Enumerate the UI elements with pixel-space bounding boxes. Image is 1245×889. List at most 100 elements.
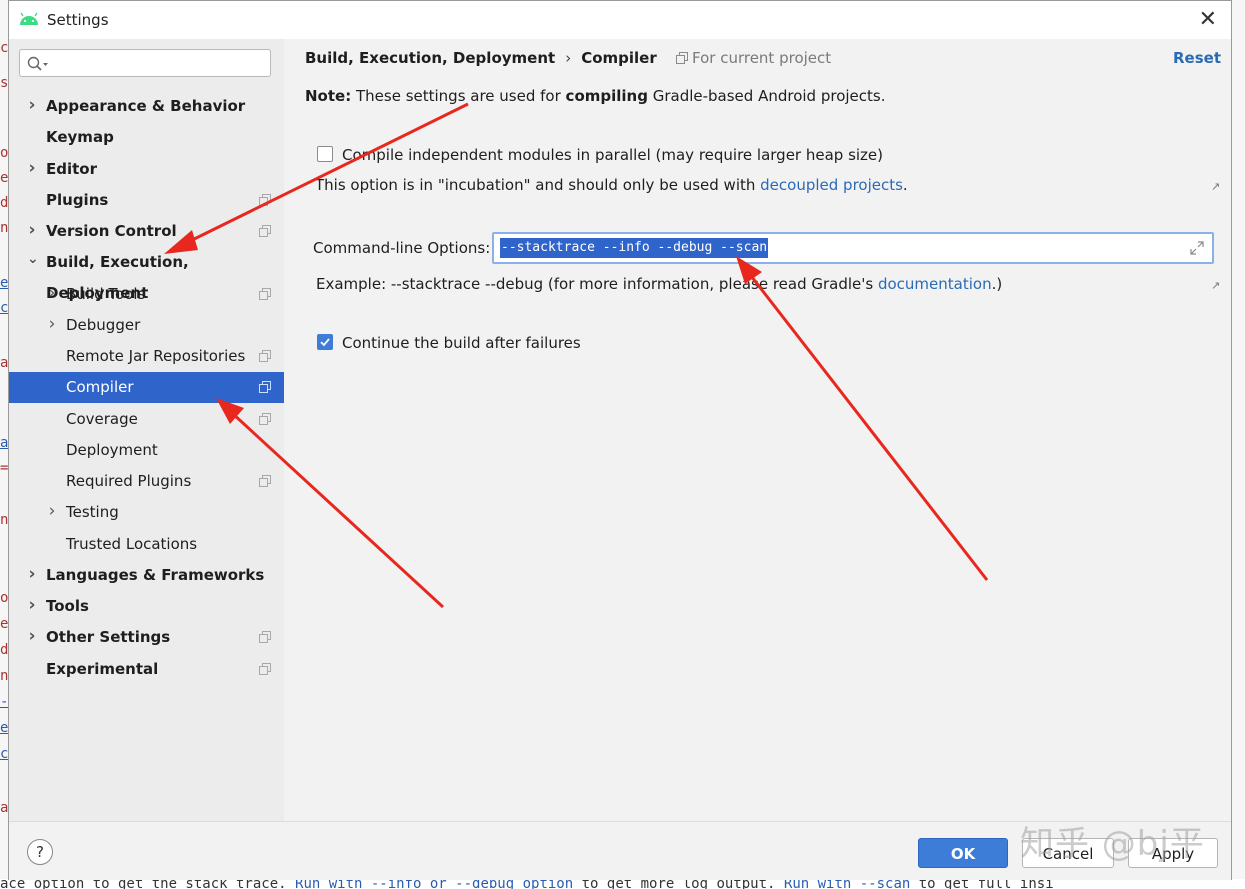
- chevron-right-icon[interactable]: ›: [27, 153, 37, 184]
- decoupled-projects-link[interactable]: decoupled projects: [760, 176, 903, 194]
- chevron-right-icon[interactable]: ›: [47, 278, 57, 309]
- sidebar-item-build-tools[interactable]: › Build Tools: [9, 279, 284, 310]
- close-icon[interactable]: ✕: [1199, 7, 1217, 32]
- sidebar-item-required-plugins[interactable]: Required Plugins: [9, 466, 284, 497]
- parallel-compile-label[interactable]: Compile independent modules in parallel …: [342, 146, 883, 164]
- sidebar-item-languages-frameworks[interactable]: › Languages & Frameworks: [9, 560, 284, 591]
- sidebar-item-label: Plugins: [46, 191, 109, 209]
- console-link[interactable]: Run with --scan: [784, 879, 910, 889]
- android-studio-icon: [20, 12, 38, 25]
- sidebar-item-compiler[interactable]: Compiler: [9, 372, 284, 403]
- note-text-before: These settings are used for: [355, 87, 566, 105]
- sidebar-item-label: Coverage: [66, 410, 138, 428]
- background-editor-right: [1231, 0, 1245, 889]
- breadcrumb-parent[interactable]: Build, Execution, Deployment: [305, 49, 555, 67]
- project-scope-icon: [259, 413, 271, 425]
- zhihu-watermark: 知乎 @bj平: [1020, 824, 1205, 864]
- project-scope-icon: [259, 225, 271, 237]
- project-scope-icon: [259, 663, 271, 675]
- reset-link[interactable]: Reset: [1173, 49, 1221, 67]
- project-scope-icon: [259, 631, 271, 643]
- sidebar-item-label: Keymap: [46, 128, 114, 146]
- project-scope-icon: [259, 475, 271, 487]
- chevron-right-icon[interactable]: ›: [47, 309, 57, 340]
- sidebar-item-deployment[interactable]: Deployment: [9, 435, 284, 466]
- project-scope-icon: [259, 350, 271, 362]
- window-title: Settings: [47, 11, 109, 29]
- settings-sidebar: › Appearance & Behavior Keymap › Editor Plugi…: [9, 39, 284, 821]
- compiler-settings-panel: Build, Execution, Deployment › Compiler Fo…: [284, 39, 1231, 821]
- sidebar-item-label: Appearance & Behavior: [46, 97, 246, 115]
- console-segment: to get more log output.: [573, 879, 784, 889]
- sidebar-item-label: Build Tools: [66, 285, 146, 303]
- sidebar-item-testing[interactable]: › Testing: [9, 497, 284, 528]
- sidebar-item-build-execution-deployment[interactable]: ⌄ Build, Execution, Deployment: [9, 244, 284, 302]
- chevron-down-icon[interactable]: ⌄: [27, 244, 39, 275]
- breadcrumb-current: Compiler: [581, 49, 657, 67]
- sidebar-item-debugger[interactable]: › Debugger: [9, 310, 284, 341]
- external-link-icon[interactable]: ↗: [1211, 180, 1220, 193]
- sidebar-item-appearance-behavior[interactable]: › Appearance & Behavior: [9, 91, 284, 122]
- project-scope-icon: [676, 52, 688, 64]
- sidebar-item-label: Compiler: [66, 378, 134, 396]
- checkmark-icon: [320, 338, 330, 347]
- breadcrumb: Build, Execution, Deployment › Compiler: [305, 49, 657, 67]
- external-link-icon[interactable]: ↗: [1211, 279, 1220, 292]
- example-text-before: Example: --stacktrace --debug (for more …: [316, 275, 878, 293]
- note-prefix: Note:: [305, 87, 352, 105]
- sidebar-item-label: Trusted Locations: [66, 535, 198, 553]
- chevron-right-icon[interactable]: ›: [47, 496, 57, 527]
- chevron-right-icon[interactable]: ›: [27, 215, 37, 246]
- sidebar-item-other-settings[interactable]: › Other Settings: [9, 622, 284, 653]
- title-bar[interactable]: Settings ✕: [9, 1, 1231, 39]
- console-segment: to get full insi: [910, 879, 1054, 889]
- command-line-input[interactable]: --stacktrace --info --debug --scan: [492, 232, 1214, 264]
- sidebar-item-keymap[interactable]: Keymap: [9, 122, 284, 153]
- sidebar-item-tools[interactable]: › Tools: [9, 591, 284, 622]
- sidebar-item-experimental[interactable]: Experimental: [9, 654, 284, 685]
- sidebar-item-label: Version Control: [46, 222, 177, 240]
- command-line-value[interactable]: --stacktrace --info --debug --scan: [500, 238, 769, 258]
- incubation-hint: This option is in "incubation" and shoul…: [315, 176, 908, 194]
- sidebar-item-plugins[interactable]: Plugins: [9, 185, 284, 216]
- scope-text: For current project: [692, 49, 832, 67]
- command-line-label: Command-line Options:: [313, 239, 491, 257]
- project-scope-icon: [259, 288, 271, 300]
- sidebar-item-version-control[interactable]: › Version Control: [9, 216, 284, 247]
- sidebar-item-label: Deployment: [66, 441, 158, 459]
- example-text-after: .): [991, 275, 1003, 293]
- documentation-link[interactable]: documentation: [878, 275, 992, 293]
- note-emphasis: compiling: [565, 87, 648, 105]
- ok-button[interactable]: OK: [918, 838, 1008, 868]
- sidebar-item-trusted-locations[interactable]: Trusted Locations: [9, 529, 284, 560]
- sidebar-item-editor[interactable]: › Editor: [9, 154, 284, 185]
- search-input[interactable]: [19, 49, 271, 77]
- chevron-right-icon[interactable]: ›: [27, 590, 37, 621]
- project-scope-icon: [259, 381, 271, 393]
- command-line-example: Example: --stacktrace --debug (for more …: [316, 275, 1002, 293]
- sidebar-item-label: Testing: [66, 503, 119, 521]
- chevron-right-icon[interactable]: ›: [27, 621, 37, 652]
- sidebar-item-label: Debugger: [66, 316, 141, 334]
- expand-icon[interactable]: [1190, 241, 1204, 255]
- sidebar-item-coverage[interactable]: Coverage: [9, 404, 284, 435]
- sidebar-item-label: Other Settings: [46, 628, 171, 646]
- chevron-right-icon[interactable]: ›: [27, 90, 37, 121]
- parallel-compile-checkbox[interactable]: [317, 146, 333, 162]
- sidebar-item-remote-jar-repositories[interactable]: Remote Jar Repositories: [9, 341, 284, 372]
- help-button[interactable]: ?: [27, 839, 53, 865]
- note-text-after: Gradle-based Android projects.: [647, 87, 886, 105]
- continue-after-failures-checkbox[interactable]: [317, 334, 333, 350]
- settings-note: Note: These settings are used for compil…: [305, 87, 886, 105]
- project-scope-label: For current project: [676, 49, 831, 67]
- sidebar-item-label: Editor: [46, 160, 97, 178]
- sidebar-item-label: Remote Jar Repositories: [66, 347, 246, 365]
- breadcrumb-separator: ›: [565, 49, 572, 67]
- hint-text-after: .: [902, 176, 908, 194]
- sidebar-item-label: Experimental: [46, 660, 159, 678]
- hint-text-before: This option is in "incubation" and shoul…: [315, 176, 761, 194]
- continue-after-failures-label[interactable]: Continue the build after failures: [342, 334, 581, 352]
- sidebar-item-label: Required Plugins: [66, 472, 192, 490]
- chevron-right-icon[interactable]: ›: [27, 559, 37, 590]
- console-link[interactable]: Run with --info or --debug option: [295, 879, 573, 889]
